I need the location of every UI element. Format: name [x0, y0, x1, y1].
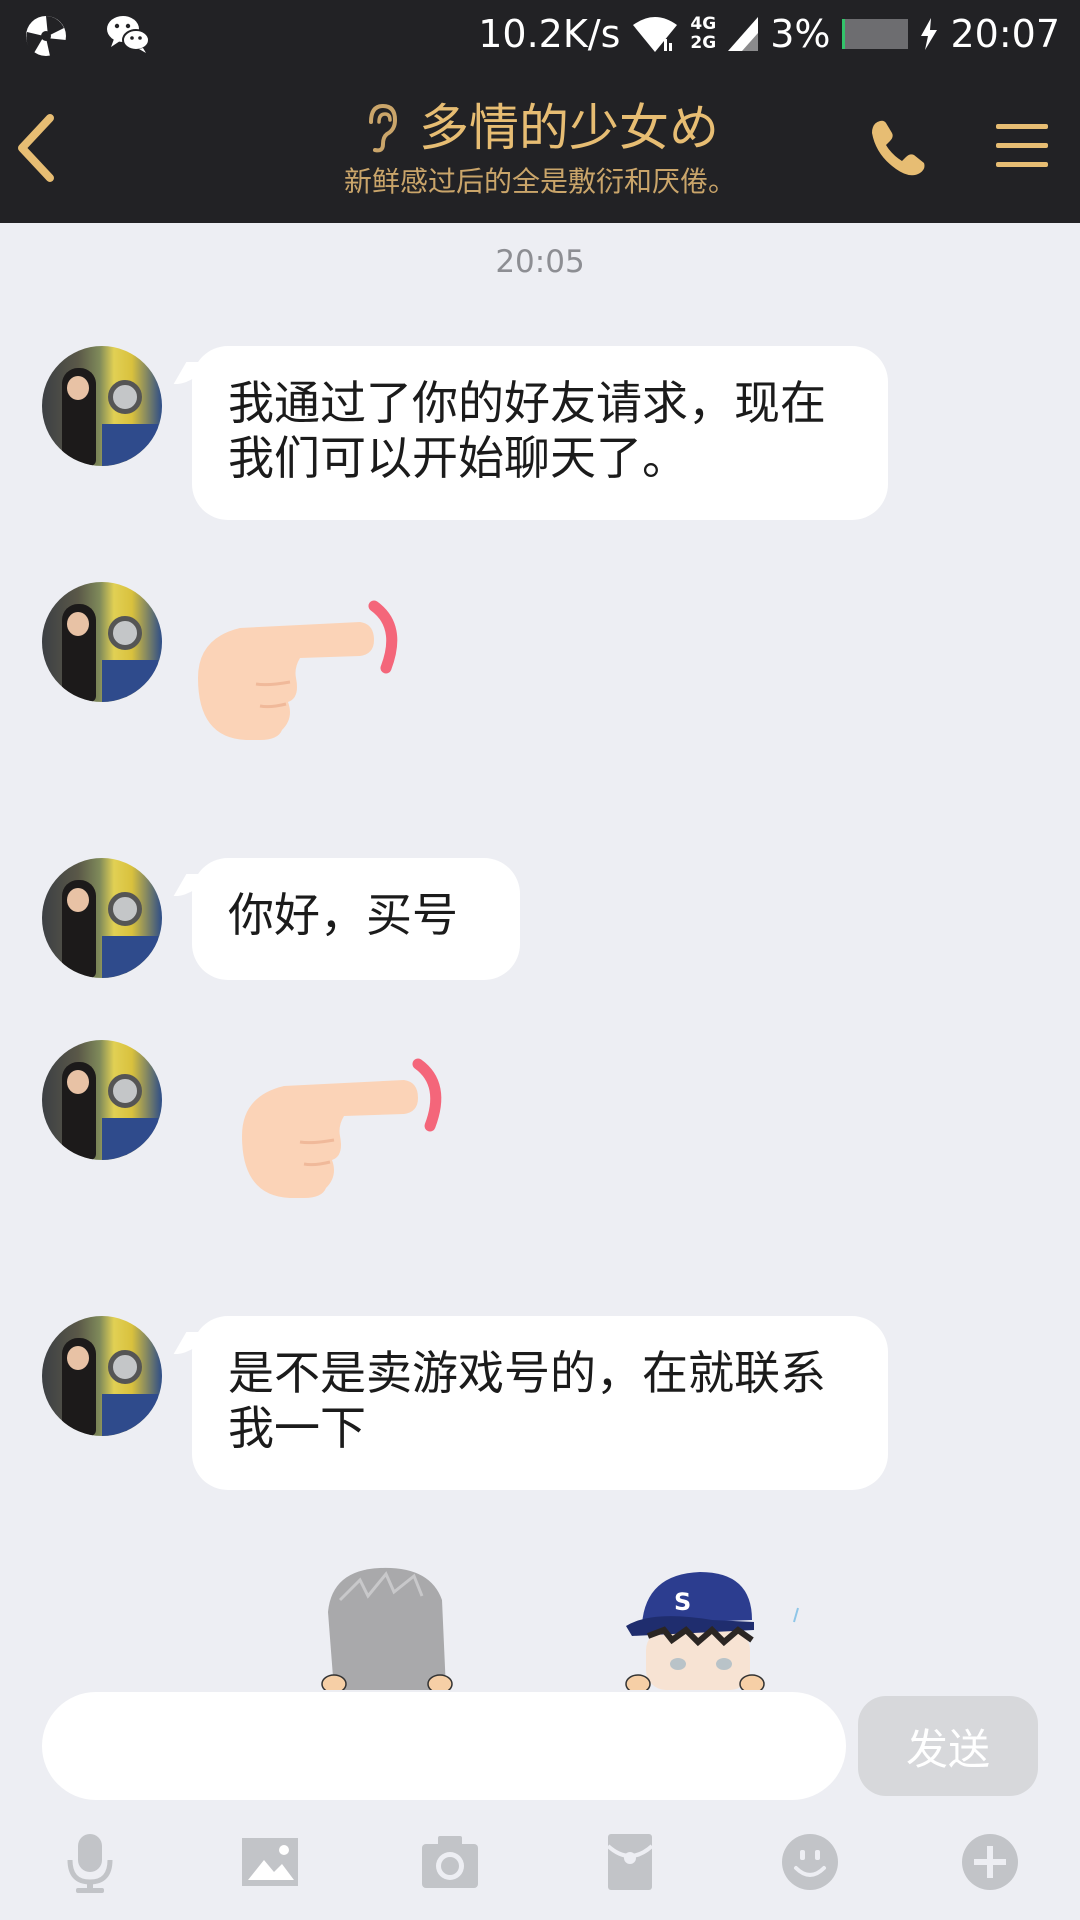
camera-icon[interactable]: [418, 1830, 482, 1894]
message-text: 你好，买号: [228, 888, 458, 942]
message-input[interactable]: [42, 1692, 846, 1800]
signal-icon: [728, 17, 759, 51]
emoji-icon[interactable]: [778, 1830, 842, 1894]
status-bar: 10.2K/s 4G 2G 3% 20:07: [0, 0, 1080, 72]
gray-character-sticker[interactable]: [310, 1560, 470, 1690]
composer: 发送: [0, 1690, 1080, 1920]
contact-avatar[interactable]: [42, 582, 162, 702]
wechat-icon: [107, 16, 150, 53]
battery-percent: 3%: [770, 12, 831, 56]
microphone-icon[interactable]: [58, 1830, 122, 1894]
network-speed: 10.2K/s: [478, 12, 621, 56]
input-toolbar: [0, 1830, 1080, 1910]
contact-avatar[interactable]: [42, 346, 162, 466]
red-packet-icon[interactable]: [598, 1830, 662, 1894]
contact-avatar[interactable]: [42, 1040, 162, 1160]
network-type: 4G 2G: [690, 14, 717, 53]
message-bubble[interactable]: 我通过了你的好友请求，现在我们可以开始聊天了。: [192, 346, 888, 520]
boy-cap-sticker[interactable]: S: [612, 1560, 812, 1690]
phone-icon[interactable]: [866, 115, 932, 181]
message-bubble[interactable]: 是不是卖游戏号的，在就联系我一下: [192, 1316, 888, 1490]
contact-name: 多情的少女め: [419, 99, 719, 157]
pointing-hand-sticker[interactable]: [234, 1056, 454, 1202]
browser-app-icon: [26, 16, 66, 56]
wifi-icon: [633, 17, 678, 52]
message-bubble[interactable]: 你好，买号: [192, 858, 520, 980]
charging-icon: [921, 18, 938, 50]
message-timestamp: 20:05: [495, 244, 585, 280]
chat-header: 多情的少女め 新鲜感过后的全是敷衍和厌倦。: [0, 72, 1080, 223]
message-text: 我通过了你的好友请求，现在我们可以开始聊天了。: [228, 376, 826, 485]
menu-icon[interactable]: [994, 120, 1050, 172]
clock: 20:07: [950, 12, 1060, 56]
pointing-hand-sticker[interactable]: [190, 598, 410, 744]
message-text: 是不是卖游戏号的，在就联系我一下: [228, 1346, 826, 1455]
contact-avatar[interactable]: [42, 858, 162, 978]
image-icon[interactable]: [238, 1830, 302, 1894]
svg-text:S: S: [674, 1588, 691, 1616]
plus-icon[interactable]: [958, 1830, 1022, 1894]
send-button[interactable]: 发送: [858, 1696, 1038, 1796]
ear-icon[interactable]: [361, 102, 399, 154]
battery-icon: [842, 19, 909, 49]
contact-avatar[interactable]: [42, 1316, 162, 1436]
